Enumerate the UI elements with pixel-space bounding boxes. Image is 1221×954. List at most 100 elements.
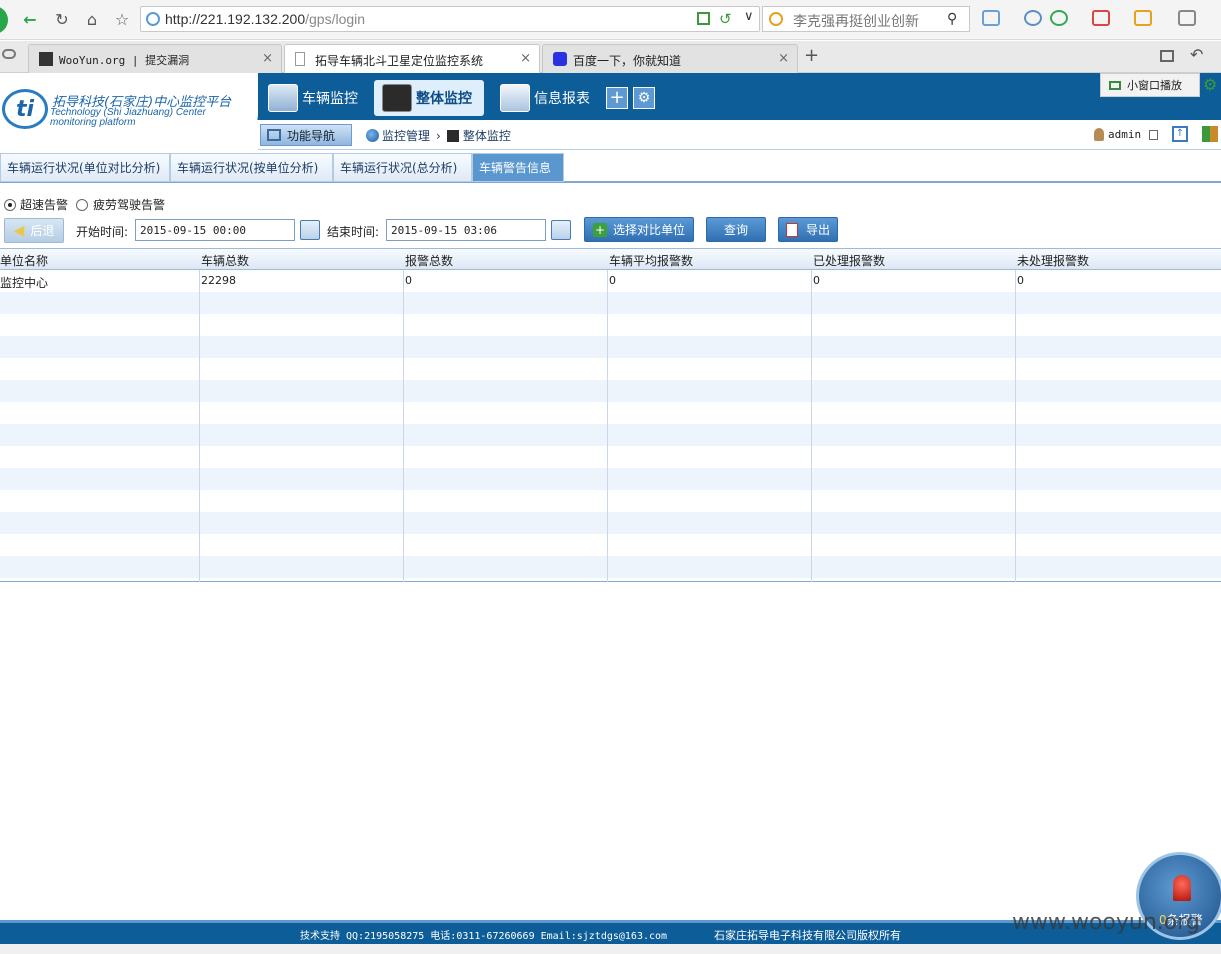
close-tab-icon[interactable]: × [520,51,531,66]
support-info: 技术支持 QQ:2195058275 电话:0311-67260669 Emai… [300,931,668,942]
radio-button[interactable] [4,198,16,211]
breadcrumb-item[interactable]: 整体监控 [463,127,511,144]
end-time-input[interactable] [386,219,546,241]
small-window-button[interactable]: 小窗口播放 [1100,73,1200,97]
column-header[interactable]: 车辆平均报警数 [609,252,693,269]
upload-icon[interactable]: ↑ [1172,126,1188,142]
tab-label: 车辆运行状况(单位对比分析) [7,161,161,175]
table-row-stripe [0,380,1221,402]
back-arrow-icon: ◀ [13,222,25,239]
qr-code-icon[interactable] [697,12,710,25]
site-globe-icon [146,12,160,26]
logout-icon[interactable] [1202,126,1218,142]
radio-fatigue[interactable]: 疲劳驾驶告警 [76,196,165,213]
column-header[interactable]: 报警总数 [405,252,453,269]
close-tab-icon[interactable]: × [778,51,789,66]
nav-vehicle-monitor[interactable]: 车辆监控 [268,80,358,116]
function-nav-button[interactable]: 功能导航 [260,124,352,146]
close-tab-icon[interactable]: × [262,51,273,66]
breadcrumb: 监控管理 › 整体监控 [366,127,511,144]
browser-tab-gps[interactable]: 拓导车辆北斗卫星定位监控系统 × [284,44,540,74]
column-divider [1015,248,1016,582]
window-settings-icon[interactable]: ⚙ [1203,75,1217,94]
nav-label: 信息报表 [534,91,590,107]
browser-tab-baidu[interactable]: 百度一下，你就知道 × [542,44,798,73]
select-units-button[interactable]: + 选择对比单位 [584,217,694,242]
translate-icon[interactable] [1092,10,1110,26]
radio-overspeed[interactable]: 超速告警 [4,196,68,213]
column-header[interactable]: 单位名称 [0,252,48,269]
refresh-leaf-icon[interactable]: ↺ [719,10,732,28]
username: admin [1108,128,1142,141]
breadcrumb-item[interactable]: 监控管理 [382,127,430,144]
nav-info-report[interactable]: 信息报表 [500,80,590,116]
start-time-input[interactable] [135,219,295,241]
table-row[interactable]: 监控中心 22298 0 0 0 0 [0,270,1221,292]
tab-overall[interactable]: 车辆运行状况(总分析) [333,153,472,182]
monitor-small-icon [446,129,459,142]
end-calendar-icon[interactable] [551,220,571,240]
tab-title: 百度一下，你就知道 [573,54,682,68]
start-time-label: 开始时间: [76,225,129,239]
new-tab-icon[interactable]: + [804,45,819,66]
settings-gear-icon[interactable]: ⚙ [633,87,655,109]
wooyun-favicon-icon [39,52,53,66]
avg-alarm-cell: 0 [609,274,616,287]
add-icon[interactable]: + [606,87,628,109]
logo-area: ti 拓导科技(石家庄)中心监控平台 Technology (Shi Jiazh… [0,73,258,153]
undo-icon[interactable]: ↶ [1190,45,1203,64]
baidu-paw-icon [553,52,567,66]
tab-label: 车辆运行状况(按单位分析) [177,161,319,175]
screenshot-icon[interactable] [1178,10,1196,26]
export-label: 导出 [805,223,830,237]
back-icon[interactable]: ← [18,8,42,30]
sub-header: 功能导航 监控管理 › 整体监控 admin ↑ [258,120,1221,150]
column-header[interactable]: 未处理报警数 [1017,252,1089,269]
alarm-table: 单位名称 车辆总数 报警总数 车辆平均报警数 已处理报警数 未处理报警数 监控中… [0,248,1221,582]
restore-tabs-icon[interactable] [1160,50,1174,62]
browser-tab-wooyun[interactable]: WooYun.org | 提交漏洞 × [28,44,282,73]
back-button[interactable]: ◀ 后退 [4,218,64,243]
tab-title: 拓导车辆北斗卫星定位监控系统 [315,54,484,68]
address-bar[interactable]: http://221.192.132.200/gps/login ↺ [140,6,760,32]
column-header[interactable]: 已处理报警数 [813,252,885,269]
lock-icon[interactable] [1149,129,1159,140]
table-row-stripe [0,468,1221,490]
magnifier-tool-icon[interactable] [1024,10,1042,26]
tab-by-unit[interactable]: 车辆运行状况(按单位分析) [170,153,333,182]
nav-label: 车辆监控 [302,91,358,107]
search-input[interactable]: 李克强再挺创业创新 [793,11,919,31]
extension-icon[interactable] [1134,10,1152,26]
bookmark-star-icon[interactable]: ☆ [110,8,134,30]
browser-status-bar [0,944,1221,954]
siren-icon [1173,875,1191,901]
export-button[interactable]: 导出 [778,217,838,242]
table-row-stripe [0,424,1221,446]
query-button[interactable]: 查询 [706,217,766,242]
home-icon[interactable]: ⌂ [80,8,104,30]
search-box[interactable]: 李克强再挺创业创新 ⚲ [762,6,970,32]
address-dropdown-icon[interactable]: ∨ [744,9,754,24]
nav-overall-monitor[interactable]: 整体监控 [374,80,484,116]
vehicle-total-cell: 22298 [201,274,236,287]
tab-unit-compare[interactable]: 车辆运行状况(单位对比分析) [0,153,170,182]
reload-icon[interactable]: ↻ [50,8,74,30]
tab-vehicle-alarms[interactable]: 车辆警告信息 [472,153,564,182]
cloud-icon[interactable] [2,49,16,59]
function-nav-label: 功能导航 [287,128,336,143]
search-engine-icon[interactable] [769,12,783,26]
search-icon[interactable]: ⚲ [947,11,957,27]
nav-label: 整体监控 [416,91,472,107]
start-calendar-icon[interactable] [300,220,320,240]
money-icon[interactable] [1050,10,1068,26]
column-header[interactable]: 车辆总数 [201,252,249,269]
report-icon [500,84,530,112]
radio-button[interactable] [76,198,88,211]
table-row-stripe [0,512,1221,534]
tab-label: 车辆警告信息 [479,161,552,175]
plus-icon: + [592,222,607,237]
apps-grid-icon[interactable] [982,10,1000,26]
user-area: admin [1094,128,1159,141]
vehicle-monitor-icon [268,84,298,112]
column-divider [607,248,608,582]
